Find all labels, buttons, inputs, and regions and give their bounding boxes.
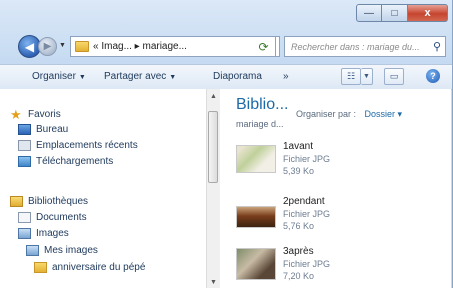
nav-item-birthday-folder[interactable]: anniversaire du pépé	[34, 262, 145, 273]
search-placeholder: Rechercher dans : mariage du...	[291, 41, 420, 52]
nav-item-label: anniversaire du pépé	[52, 262, 146, 273]
nav-item-label: Téléchargements	[36, 156, 114, 167]
nav-item-libraries[interactable]: Bibliothèques	[10, 196, 88, 207]
share-button[interactable]: Partager avec ▼	[104, 71, 176, 82]
nav-item-downloads[interactable]: Téléchargements	[18, 156, 113, 167]
nav-item-label: Bureau	[36, 124, 69, 135]
scroll-down-icon[interactable]: ▼	[210, 279, 217, 286]
arrange-by-dropdown[interactable]: Dossier ▾	[365, 109, 403, 119]
nav-item-documents[interactable]: Documents	[18, 212, 87, 223]
search-icon[interactable]: ⚲	[433, 40, 441, 53]
nav-item-favorites[interactable]: ★ Favoris	[10, 107, 61, 122]
forward-button[interactable]: ▶	[38, 37, 57, 56]
arrange-by: Organiser par : Dossier ▾	[296, 109, 402, 120]
chevron-down-icon: ▼	[78, 74, 86, 81]
navigation-pane-scrollbar[interactable]: ▲ ▼	[206, 89, 221, 288]
image-thumbnail	[236, 206, 276, 228]
caption-buttons: — □ x	[356, 4, 448, 22]
chevron-down-icon: ▼	[169, 74, 177, 81]
file-type: Fichier JPG	[283, 259, 331, 269]
nav-item-label: Favoris	[28, 109, 61, 120]
nav-item-label: Bibliothèques	[28, 196, 89, 207]
navigation-bar: ◀ ▶ ▼ « Imag... ▸ mariage... ▼ ⟳ Recherc…	[4, 34, 448, 60]
images-icon	[18, 228, 31, 239]
scrollbar-thumb[interactable]	[208, 111, 218, 183]
desktop-icon	[18, 124, 31, 135]
file-size: 5,76 Ko	[283, 221, 315, 231]
minimize-button[interactable]: —	[356, 4, 382, 22]
close-button[interactable]: x	[408, 4, 448, 22]
folder-icon	[34, 262, 47, 273]
share-label: Partager avec	[104, 71, 167, 82]
recent-pages-dropdown-icon[interactable]: ▼	[59, 42, 66, 49]
search-input[interactable]: Rechercher dans : mariage du... ⚲	[284, 36, 446, 57]
scroll-up-icon[interactable]: ▲	[210, 93, 217, 100]
preview-pane-icon: ▭	[389, 71, 399, 81]
image-thumbnail	[236, 248, 276, 280]
nav-item-desktop[interactable]: Bureau	[18, 124, 68, 135]
organize-button[interactable]: Organiser ▼	[32, 71, 86, 82]
nav-item-label: Images	[36, 228, 69, 239]
view-options-dropdown[interactable]: ▼	[361, 68, 373, 85]
file-name: 1avant	[283, 141, 314, 152]
documents-icon	[18, 212, 31, 223]
images-icon	[26, 245, 39, 256]
list-item[interactable]: 1avant Fichier JPG 5,39 Ko	[236, 141, 436, 183]
nav-item-my-images[interactable]: Mes images	[26, 245, 98, 256]
change-view-button[interactable]: ☷	[341, 68, 361, 85]
address-path: « Imag... ▸ mariage...	[93, 41, 187, 52]
file-name: 3après	[283, 246, 314, 257]
nav-item-images[interactable]: Images	[18, 228, 69, 239]
chevron-down-icon: ▼	[363, 73, 370, 80]
list-item[interactable]: 3après Fichier JPG 7,20 Ko	[236, 246, 436, 288]
file-size: 5,39 Ko	[283, 166, 315, 176]
file-name: 2pendant	[283, 196, 325, 207]
nav-item-label: Emplacements récents	[36, 140, 138, 151]
list-item[interactable]: 2pendant Fichier JPG 5,76 Ko	[236, 196, 436, 238]
folder-icon	[75, 41, 89, 52]
command-bar: Organiser ▼ Partager avec ▼ Diaporama » ☷ …	[0, 64, 452, 90]
nav-item-label: Documents	[36, 212, 87, 223]
recent-places-icon	[18, 140, 31, 151]
file-size: 7,20 Ko	[283, 271, 315, 281]
libraries-icon	[10, 196, 23, 207]
address-bar[interactable]: « Imag... ▸ mariage... ▼	[70, 36, 280, 57]
help-button[interactable]: ?	[426, 69, 440, 83]
organize-label: Organiser	[32, 71, 76, 82]
nav-item-label: Mes images	[44, 245, 98, 256]
star-icon: ★	[10, 107, 22, 122]
file-type: Fichier JPG	[283, 154, 331, 164]
library-subtitle: mariage d...	[236, 119, 284, 129]
slideshow-button[interactable]: Diaporama	[213, 71, 262, 82]
library-title: Biblio...	[236, 96, 289, 113]
nav-item-recent-places[interactable]: Emplacements récents	[18, 140, 138, 151]
explorer-window: — □ x ◀ ▶ ▼ « Imag... ▸ mariage... ▼ ⟳ R…	[0, 0, 453, 288]
navigation-pane: ★ Favoris Bureau Emplacements récents Té…	[0, 89, 206, 288]
arrange-by-label: Organiser par :	[296, 109, 357, 119]
view-icon: ☷	[346, 71, 356, 81]
refresh-button[interactable]: ⟳	[252, 36, 276, 57]
file-list-pane: Biblio... mariage d... Organiser par : D…	[220, 89, 451, 288]
file-type: Fichier JPG	[283, 209, 331, 219]
maximize-button[interactable]: □	[382, 4, 408, 22]
refresh-icon: ⟳	[258, 39, 269, 54]
image-thumbnail	[236, 145, 276, 173]
more-commands-button[interactable]: »	[283, 71, 289, 82]
downloads-icon	[18, 156, 31, 167]
preview-pane-button[interactable]: ▭	[384, 68, 404, 85]
